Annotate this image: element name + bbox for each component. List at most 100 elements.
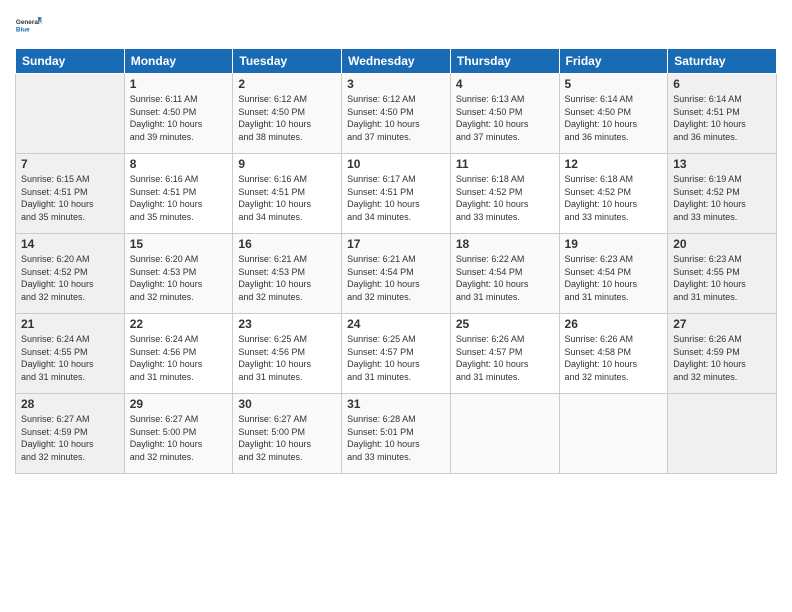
- calendar-cell: 23 Sunrise: 6:25 AMSunset: 4:56 PMDayligh…: [233, 314, 342, 394]
- calendar-cell: 11 Sunrise: 6:18 AMSunset: 4:52 PMDayligh…: [450, 154, 559, 234]
- day-number: 17: [347, 237, 445, 251]
- calendar-cell: 1 Sunrise: 6:11 AMSunset: 4:50 PMDaylight…: [124, 74, 233, 154]
- day-info: Sunrise: 6:20 AMSunset: 4:52 PMDaylight:…: [21, 253, 119, 303]
- calendar-cell: 30Sunrise: 6:27 AMSunset: 5:00 PMDayligh…: [233, 394, 342, 474]
- day-info: Sunrise: 6:14 AMSunset: 4:50 PMDaylight:…: [565, 93, 663, 143]
- day-number: 9: [238, 157, 336, 171]
- day-info: Sunrise: 6:26 AMSunset: 4:57 PMDaylight:…: [456, 333, 554, 383]
- calendar-cell: 8 Sunrise: 6:16 AMSunset: 4:51 PMDaylight…: [124, 154, 233, 234]
- day-number: 29: [130, 397, 228, 411]
- svg-text:General: General: [16, 19, 40, 26]
- day-info: Sunrise: 6:16 AMSunset: 4:51 PMDaylight:…: [238, 173, 336, 223]
- weekday-header: Sunday: [16, 49, 125, 74]
- calendar-table: SundayMondayTuesdayWednesdayThursdayFrid…: [15, 48, 777, 474]
- calendar-cell: 10Sunrise: 6:17 AMSunset: 4:51 PMDayligh…: [342, 154, 451, 234]
- day-info: Sunrise: 6:14 AMSunset: 4:51 PMDaylight:…: [673, 93, 771, 143]
- day-info: Sunrise: 6:18 AMSunset: 4:52 PMDaylight:…: [565, 173, 663, 223]
- day-number: 8: [130, 157, 228, 171]
- day-number: 1: [130, 77, 228, 91]
- weekday-header: Friday: [559, 49, 668, 74]
- logo: GeneralBlue: [15, 10, 45, 40]
- calendar-cell: 16 Sunrise: 6:21 AMSunset: 4:53 PMDayligh…: [233, 234, 342, 314]
- calendar-cell: 22 Sunrise: 6:24 AMSunset: 4:56 PMDayligh…: [124, 314, 233, 394]
- calendar-week-row: 21 Sunrise: 6:24 AMSunset: 4:55 PMDayligh…: [16, 314, 777, 394]
- day-info: Sunrise: 6:25 AMSunset: 4:57 PMDaylight:…: [347, 333, 445, 383]
- day-number: 22: [130, 317, 228, 331]
- day-number: 14: [21, 237, 119, 251]
- day-info: Sunrise: 6:16 AMSunset: 4:51 PMDaylight:…: [130, 173, 228, 223]
- day-number: 21: [21, 317, 119, 331]
- day-number: 13: [673, 157, 771, 171]
- calendar-cell: 4 Sunrise: 6:13 AMSunset: 4:50 PMDaylight…: [450, 74, 559, 154]
- calendar-cell: 7 Sunrise: 6:15 AMSunset: 4:51 PMDaylight…: [16, 154, 125, 234]
- calendar-cell: 19 Sunrise: 6:23 AMSunset: 4:54 PMDayligh…: [559, 234, 668, 314]
- day-info: Sunrise: 6:23 AMSunset: 4:55 PMDaylight:…: [673, 253, 771, 303]
- day-info: Sunrise: 6:12 AMSunset: 4:50 PMDaylight:…: [238, 93, 336, 143]
- weekday-header: Thursday: [450, 49, 559, 74]
- calendar-cell: [668, 394, 777, 474]
- calendar-cell: 15 Sunrise: 6:20 AMSunset: 4:53 PMDayligh…: [124, 234, 233, 314]
- day-info: Sunrise: 6:11 AMSunset: 4:50 PMDaylight:…: [130, 93, 228, 143]
- calendar-cell: 27 Sunrise: 6:26 AMSunset: 4:59 PMDayligh…: [668, 314, 777, 394]
- day-number: 12: [565, 157, 663, 171]
- calendar-week-row: 7 Sunrise: 6:15 AMSunset: 4:51 PMDaylight…: [16, 154, 777, 234]
- day-info: Sunrise: 6:19 AMSunset: 4:52 PMDaylight:…: [673, 173, 771, 223]
- calendar-cell: 28Sunrise: 6:27 AMSunset: 4:59 PMDayligh…: [16, 394, 125, 474]
- calendar-cell: 3Sunrise: 6:12 AMSunset: 4:50 PMDaylight…: [342, 74, 451, 154]
- day-info: Sunrise: 6:20 AMSunset: 4:53 PMDaylight:…: [130, 253, 228, 303]
- day-number: 4: [456, 77, 554, 91]
- day-info: Sunrise: 6:27 AMSunset: 5:00 PMDaylight:…: [238, 413, 336, 463]
- calendar-cell: 24Sunrise: 6:25 AMSunset: 4:57 PMDayligh…: [342, 314, 451, 394]
- day-number: 3: [347, 77, 445, 91]
- day-number: 23: [238, 317, 336, 331]
- day-number: 26: [565, 317, 663, 331]
- calendar-cell: 17Sunrise: 6:21 AMSunset: 4:54 PMDayligh…: [342, 234, 451, 314]
- day-number: 20: [673, 237, 771, 251]
- day-number: 16: [238, 237, 336, 251]
- calendar-cell: 20 Sunrise: 6:23 AMSunset: 4:55 PMDayligh…: [668, 234, 777, 314]
- day-info: Sunrise: 6:26 AMSunset: 4:58 PMDaylight:…: [565, 333, 663, 383]
- calendar-cell: 2 Sunrise: 6:12 AMSunset: 4:50 PMDaylight…: [233, 74, 342, 154]
- day-number: 11: [456, 157, 554, 171]
- weekday-header: Saturday: [668, 49, 777, 74]
- logo-icon: GeneralBlue: [15, 10, 45, 40]
- day-number: 28: [21, 397, 119, 411]
- calendar-cell: [450, 394, 559, 474]
- calendar-cell: 12 Sunrise: 6:18 AMSunset: 4:52 PMDayligh…: [559, 154, 668, 234]
- day-number: 27: [673, 317, 771, 331]
- day-info: Sunrise: 6:23 AMSunset: 4:54 PMDaylight:…: [565, 253, 663, 303]
- day-info: Sunrise: 6:17 AMSunset: 4:51 PMDaylight:…: [347, 173, 445, 223]
- day-number: 15: [130, 237, 228, 251]
- weekday-header: Tuesday: [233, 49, 342, 74]
- calendar-cell: 5 Sunrise: 6:14 AMSunset: 4:50 PMDaylight…: [559, 74, 668, 154]
- weekday-header: Wednesday: [342, 49, 451, 74]
- calendar-cell: [16, 74, 125, 154]
- calendar-cell: 9 Sunrise: 6:16 AMSunset: 4:51 PMDaylight…: [233, 154, 342, 234]
- day-number: 19: [565, 237, 663, 251]
- day-info: Sunrise: 6:13 AMSunset: 4:50 PMDaylight:…: [456, 93, 554, 143]
- day-info: Sunrise: 6:24 AMSunset: 4:56 PMDaylight:…: [130, 333, 228, 383]
- calendar-cell: 21 Sunrise: 6:24 AMSunset: 4:55 PMDayligh…: [16, 314, 125, 394]
- weekday-header: Monday: [124, 49, 233, 74]
- day-number: 18: [456, 237, 554, 251]
- calendar-cell: 18 Sunrise: 6:22 AMSunset: 4:54 PMDayligh…: [450, 234, 559, 314]
- calendar-cell: 26 Sunrise: 6:26 AMSunset: 4:58 PMDayligh…: [559, 314, 668, 394]
- day-info: Sunrise: 6:22 AMSunset: 4:54 PMDaylight:…: [456, 253, 554, 303]
- day-info: Sunrise: 6:21 AMSunset: 4:53 PMDaylight:…: [238, 253, 336, 303]
- day-number: 2: [238, 77, 336, 91]
- day-info: Sunrise: 6:15 AMSunset: 4:51 PMDaylight:…: [21, 173, 119, 223]
- page-header: GeneralBlue: [15, 10, 777, 40]
- day-info: Sunrise: 6:28 AMSunset: 5:01 PMDaylight:…: [347, 413, 445, 463]
- day-number: 7: [21, 157, 119, 171]
- calendar-cell: 31Sunrise: 6:28 AMSunset: 5:01 PMDayligh…: [342, 394, 451, 474]
- day-info: Sunrise: 6:25 AMSunset: 4:56 PMDaylight:…: [238, 333, 336, 383]
- day-info: Sunrise: 6:18 AMSunset: 4:52 PMDaylight:…: [456, 173, 554, 223]
- calendar-cell: 13 Sunrise: 6:19 AMSunset: 4:52 PMDayligh…: [668, 154, 777, 234]
- calendar-week-row: 1 Sunrise: 6:11 AMSunset: 4:50 PMDaylight…: [16, 74, 777, 154]
- svg-text:Blue: Blue: [16, 26, 30, 33]
- day-info: Sunrise: 6:26 AMSunset: 4:59 PMDaylight:…: [673, 333, 771, 383]
- day-number: 6: [673, 77, 771, 91]
- day-number: 5: [565, 77, 663, 91]
- day-info: Sunrise: 6:24 AMSunset: 4:55 PMDaylight:…: [21, 333, 119, 383]
- calendar-week-row: 14 Sunrise: 6:20 AMSunset: 4:52 PMDayligh…: [16, 234, 777, 314]
